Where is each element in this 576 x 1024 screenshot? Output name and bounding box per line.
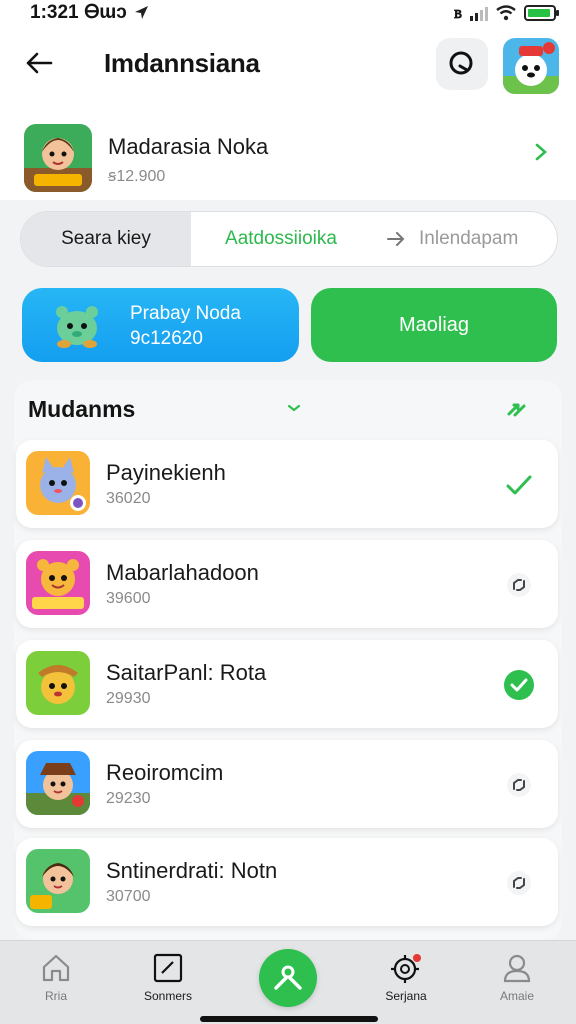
- nav-label-edit: Sonmers: [143, 989, 193, 1003]
- checkmark-icon: [506, 475, 532, 495]
- item-subtitle: 36020: [106, 490, 151, 507]
- segment-tab-2[interactable]: Aatdossiioika: [191, 212, 371, 266]
- item-thumbnail: [26, 849, 90, 913]
- list-item[interactable]: SaitarPanl: Rota 29930: [16, 640, 558, 728]
- location-icon: [134, 6, 148, 19]
- user-add-icon: [274, 965, 302, 990]
- wifi-icon: [496, 5, 516, 21]
- item-title: Mabarlahadoon: [106, 560, 259, 585]
- item-subtitle: 29930: [106, 690, 151, 707]
- edit-icon: [153, 953, 183, 983]
- person-icon: [503, 954, 531, 983]
- item-status-button[interactable]: [502, 768, 536, 802]
- battery-icon: [524, 5, 559, 21]
- search-button[interactable]: [436, 38, 488, 90]
- section-title: Mudanms: [28, 396, 136, 422]
- app-header: Imdannsiana: [0, 26, 576, 96]
- home-indicator: [200, 1016, 378, 1022]
- featured-title: Madarasia Noka: [108, 134, 269, 159]
- nav-label-settings: Serjana: [385, 989, 427, 1003]
- nav-item-settings[interactable]: Serjana: [361, 953, 451, 1013]
- list-item[interactable]: Sntinerdrati: Notn 30700: [16, 838, 558, 926]
- item-thumbnail: [26, 651, 90, 715]
- segment-tab-3[interactable]: Inlendapam: [371, 212, 557, 266]
- segmented-control: Seara kiey Aatdossiioika Inlendapam: [20, 211, 558, 267]
- arrow-left-icon: [26, 52, 53, 74]
- list-item[interactable]: Payinekienh 36020: [16, 440, 558, 528]
- nav-center-button[interactable]: [259, 949, 317, 1007]
- item-subtitle: 39600: [106, 590, 151, 607]
- sync-icon: [507, 573, 531, 597]
- item-thumbnail: [26, 451, 90, 515]
- featured-price: ꞩ12.900: [108, 168, 166, 185]
- chevron-right-icon: [535, 143, 547, 161]
- chevron-down-icon[interactable]: [286, 402, 302, 414]
- segment-tab-3-label: Inlendapam: [419, 228, 519, 249]
- item-subtitle: 29230: [106, 790, 151, 807]
- check-circle-icon: [504, 670, 534, 700]
- sync-icon: [507, 871, 531, 895]
- search-icon: [449, 51, 473, 75]
- status-time: 1:321: [30, 2, 79, 23]
- nav-label-profile: Amaie: [499, 989, 534, 1003]
- status-carrier: Ꮎɯɔ: [84, 2, 127, 23]
- item-status-button[interactable]: [502, 468, 536, 502]
- gear-icon: [391, 954, 421, 983]
- list-item[interactable]: Mabarlahadoon 39600: [16, 540, 558, 628]
- item-status-button[interactable]: [502, 568, 536, 602]
- item-thumbnail: [26, 551, 90, 615]
- arrow-right-icon: [387, 232, 405, 246]
- mascot-icon: [56, 306, 98, 348]
- status-signal-text: ᏼ: [454, 3, 462, 22]
- back-button[interactable]: [22, 46, 56, 80]
- avatar-mascot-icon: [503, 38, 559, 94]
- nav-item-profile[interactable]: Amaie: [472, 953, 562, 1013]
- signal-icon: [470, 5, 488, 21]
- nav-label-home: Rria: [44, 989, 67, 1003]
- list-item[interactable]: Reoiromcim 29230: [16, 740, 558, 828]
- nav-item-edit[interactable]: Sonmers: [123, 953, 213, 1013]
- item-thumbnail: [26, 751, 90, 815]
- sync-icon: [507, 773, 531, 797]
- page-title: Imdannsiana: [104, 48, 260, 78]
- item-title: Reoiromcim: [106, 760, 224, 785]
- avatar[interactable]: [503, 38, 559, 94]
- item-status-button[interactable]: [502, 866, 536, 900]
- item-title: Sntinerdrati: Notn: [106, 858, 278, 883]
- primary-action-value: 9c12620: [130, 328, 203, 349]
- expand-icon[interactable]: [506, 398, 528, 418]
- segment-tab-1[interactable]: Seara kiey: [21, 212, 191, 266]
- home-icon: [42, 954, 70, 982]
- item-subtitle: 30700: [106, 888, 151, 905]
- item-title: SaitarPanl: Rota: [106, 660, 267, 685]
- featured-item[interactable]: Madarasia Noka ꞩ12.900: [0, 96, 576, 200]
- primary-action-title: Prabay Noda: [130, 303, 241, 324]
- item-status-button[interactable]: [502, 668, 536, 702]
- nav-item-home[interactable]: Rria: [11, 953, 101, 1013]
- item-title: Payinekienh: [106, 460, 226, 485]
- status-bar: 1:321 Ꮎɯɔ ᏼ: [0, 0, 576, 26]
- primary-action-button[interactable]: Prabay Noda 9c12620: [22, 288, 299, 362]
- featured-thumbnail: [24, 124, 92, 192]
- secondary-action-button[interactable]: Maoliag: [311, 288, 557, 362]
